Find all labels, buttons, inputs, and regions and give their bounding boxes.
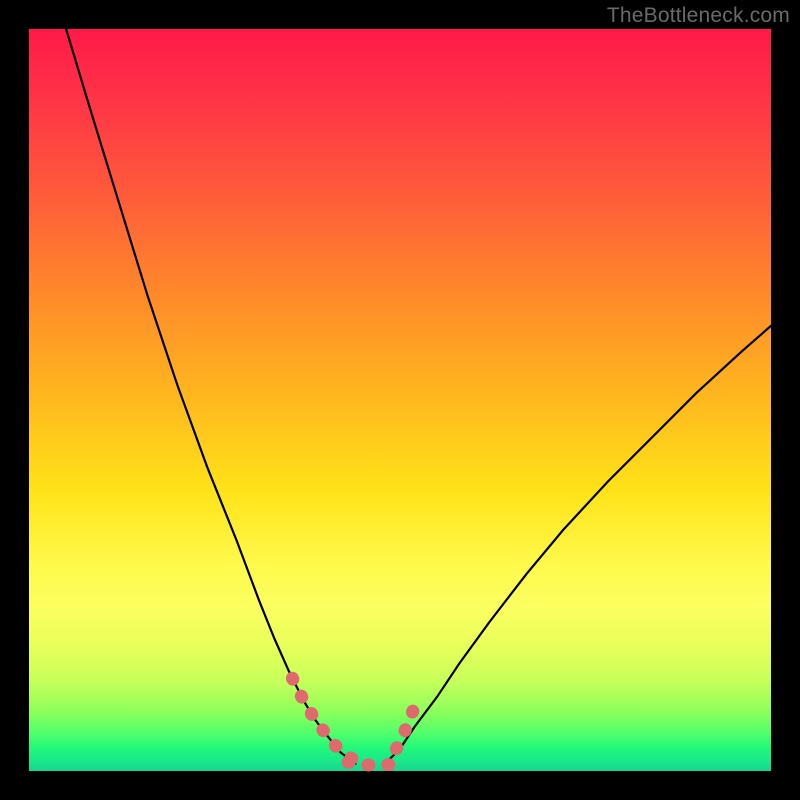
curve-left-branch — [66, 29, 355, 764]
highlight-right-segment — [396, 697, 418, 749]
watermark-text: TheBottleneck.com — [607, 4, 790, 28]
curve-right-branch — [385, 326, 771, 764]
highlight-left-segment — [292, 678, 357, 762]
chart-frame: TheBottleneck.com — [0, 0, 800, 800]
curve-layer — [29, 29, 771, 771]
plot-area — [29, 29, 771, 771]
